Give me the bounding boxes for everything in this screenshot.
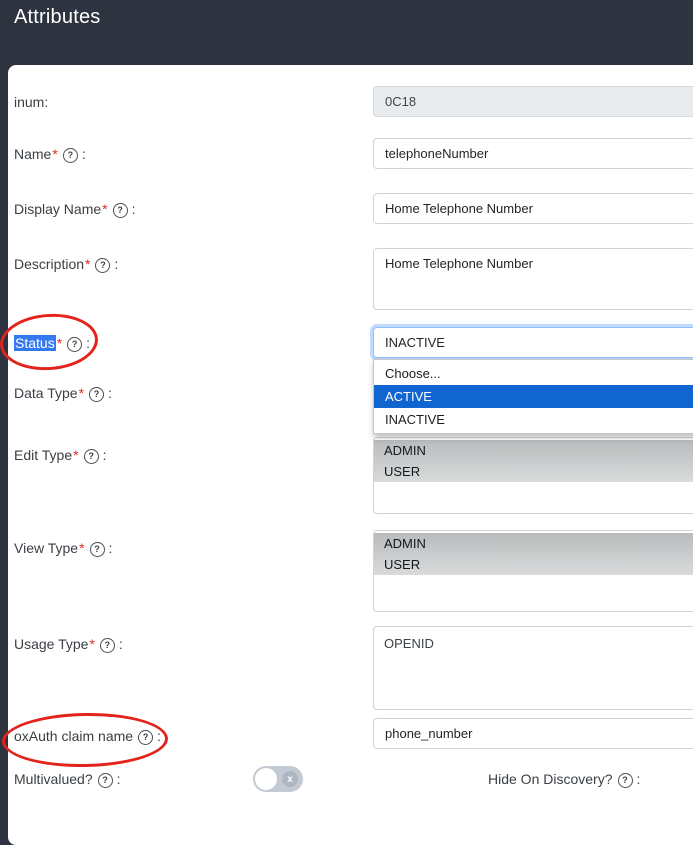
oxauth-claim-name-label: oxAuth claim name?: — [14, 718, 161, 745]
multivalued-label: Multivalued??: — [14, 765, 121, 788]
help-icon[interactable]: ? — [113, 203, 128, 218]
description-label: Description*?: — [14, 248, 118, 273]
help-icon[interactable]: ? — [138, 730, 153, 745]
oxauth-claim-name-input[interactable] — [373, 718, 693, 749]
view-type-label: View Type*?: — [14, 530, 112, 557]
status-dropdown-menu: Choose... ACTIVE INACTIVE — [373, 359, 693, 434]
edit-type-option-admin[interactable]: ADMIN — [374, 440, 693, 461]
help-icon[interactable]: ? — [63, 148, 78, 163]
page-header: Attributes — [0, 0, 693, 65]
help-icon[interactable]: ? — [618, 773, 633, 788]
hide-on-discovery-label: Hide On Discovery??: — [488, 765, 640, 788]
toggle-off-icon: x — [282, 771, 298, 787]
view-type-option-user[interactable]: USER — [374, 554, 693, 575]
help-icon[interactable]: ? — [95, 258, 110, 273]
selected-options-group: ADMIN USER — [374, 533, 693, 575]
view-type-listbox[interactable]: ADMIN USER — [373, 530, 693, 612]
help-icon[interactable]: ? — [98, 773, 113, 788]
help-icon[interactable]: ? — [90, 542, 105, 557]
display-name-label: Display Name*?: — [14, 193, 135, 218]
help-icon[interactable]: ? — [84, 449, 99, 464]
help-icon[interactable]: ? — [67, 337, 82, 352]
selected-text: Status — [14, 335, 56, 351]
status-option-choose[interactable]: Choose... — [374, 362, 693, 385]
status-label: Status*?: — [14, 327, 90, 352]
display-name-input[interactable] — [373, 193, 693, 224]
help-icon[interactable]: ? — [100, 638, 115, 653]
multivalued-toggle[interactable]: x — [253, 766, 303, 792]
usage-type-option-openid[interactable]: OPENID — [374, 629, 693, 654]
inum-label: inum: — [14, 86, 48, 110]
help-icon[interactable]: ? — [89, 387, 104, 402]
status-option-active[interactable]: ACTIVE — [374, 385, 693, 408]
selected-options-group: ADMIN USER — [374, 440, 693, 482]
name-label: Name*?: — [14, 138, 86, 163]
inum-input — [373, 86, 693, 117]
view-type-option-admin[interactable]: ADMIN — [374, 533, 693, 554]
toggle-knob — [255, 768, 277, 790]
edit-type-listbox[interactable]: ADMIN USER — [373, 437, 693, 514]
status-option-inactive[interactable]: INACTIVE — [374, 408, 693, 431]
status-select[interactable]: INACTIVE — [373, 327, 693, 358]
usage-type-label: Usage Type*?: — [14, 626, 123, 653]
edit-type-option-user[interactable]: USER — [374, 461, 693, 482]
usage-type-listbox[interactable]: OPENID — [373, 626, 693, 710]
edit-type-label: Edit Type*?: — [14, 437, 106, 464]
name-input[interactable] — [373, 138, 693, 169]
data-type-label: Data Type*?: — [14, 385, 112, 402]
attribute-form-card: inum: Name*?: Display Name*?: Descriptio… — [8, 65, 693, 845]
page-title: Attributes — [0, 0, 693, 29]
description-textarea[interactable]: Home Telephone Number — [373, 248, 693, 310]
